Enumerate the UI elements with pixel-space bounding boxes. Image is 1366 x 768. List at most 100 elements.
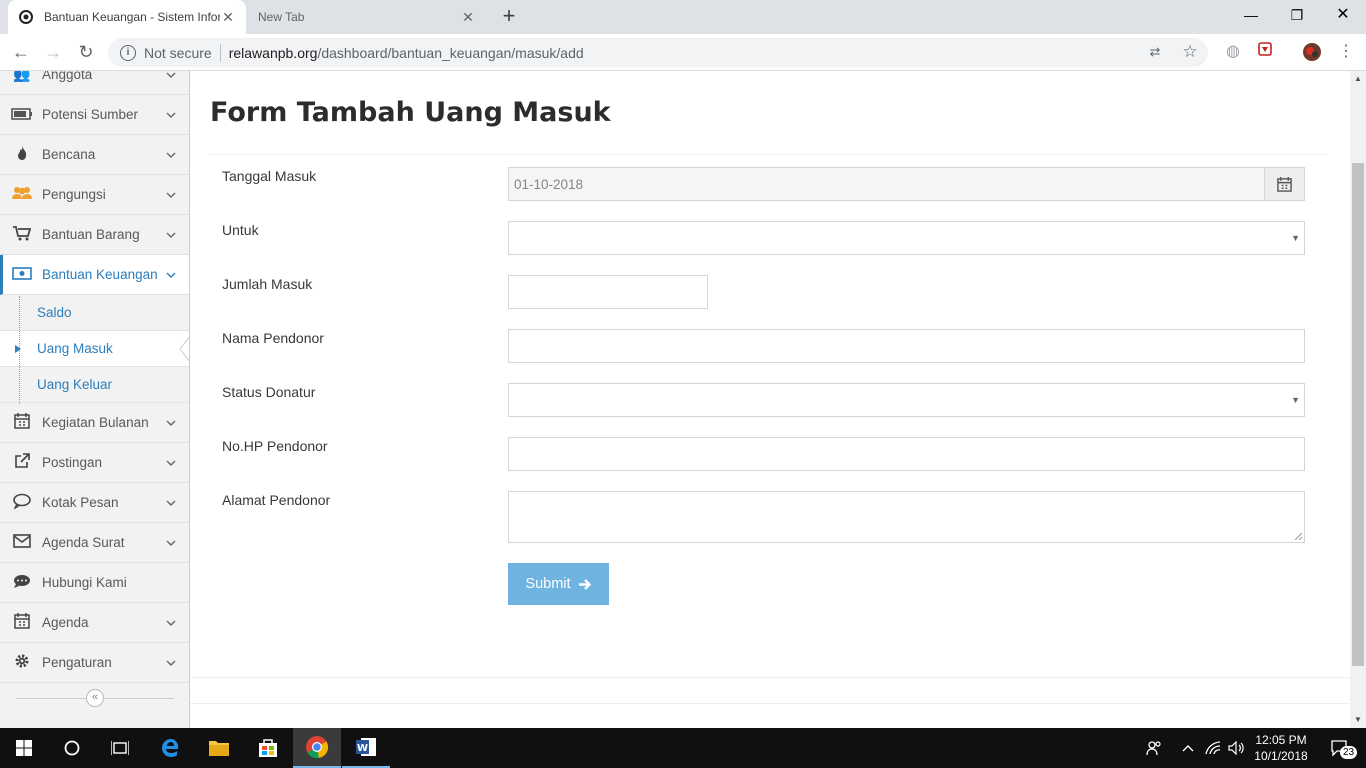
jumlah-masuk-label: Jumlah Masuk [222,276,313,292]
chevron-down-icon [166,660,176,666]
chevron-down-icon [166,420,176,426]
reload-icon[interactable]: ↻ [74,41,98,65]
chevron-down-icon [166,500,176,506]
alamat-pendonor-textarea[interactable] [508,491,1305,543]
sidebar-item-kegiatan-bulanan[interactable]: Kegiatan Bulanan [0,403,189,443]
back-icon[interactable]: ← [9,41,33,65]
submenu-item-uang-keluar[interactable]: Uang Keluar [0,367,189,403]
sidebar-item-hubungi-kami[interactable]: Hubungi Kami [0,563,189,603]
security-label: Not secure [144,44,212,61]
calendar-picker-icon[interactable] [1264,167,1305,201]
address-bar[interactable]: i Not secure relawanpb.org/dashboard/ban… [108,38,1208,67]
people-icon[interactable] [1142,728,1166,768]
shield-extension-icon[interactable] [1255,42,1275,62]
sidebar-item-agenda[interactable]: Agenda [0,603,189,643]
nohp-pendonor-input[interactable] [508,437,1305,471]
translate-icon[interactable]: ⇄ [1145,42,1165,62]
chevron-down-icon [166,272,176,278]
sidebar-item-pengaturan[interactable]: Pengaturan [0,643,189,683]
chevron-down-icon [166,460,176,466]
tab-title: Bantuan Keuangan - Sistem Infor [44,10,220,24]
word-icon[interactable]: W [342,728,390,768]
file-explorer-icon[interactable] [195,728,243,768]
omnibox-divider [219,43,221,62]
nama-pendonor-input[interactable] [508,329,1305,363]
bookmark-star-icon[interactable]: ☆ [1180,42,1200,62]
chevron-down-icon [166,112,176,118]
taskbar-clock[interactable]: 12:05 PM 10/1/2018 [1246,732,1316,764]
submenu-item-saldo[interactable]: Saldo [0,295,189,331]
browser-tab-active[interactable]: Bantuan Keuangan - Sistem Infor ✕ [8,0,246,34]
tab-close-icon[interactable]: ✕ [220,9,236,26]
footer-divider [190,677,1350,678]
resize-handle-icon[interactable] [1294,532,1302,540]
page-title: Form Tambah Uang Masuk [210,97,611,128]
volume-icon[interactable] [1226,728,1248,768]
submit-button[interactable]: Submit [508,563,609,605]
profile-avatar[interactable] [1302,42,1322,62]
jumlah-masuk-input[interactable] [508,275,708,309]
browser-tab-inactive[interactable]: New Tab ✕ [248,0,486,34]
sidebar-item-potensi-sumber[interactable]: Potensi Sumber [0,95,189,135]
edge-browser-icon[interactable] [147,728,195,768]
globe-extension-icon[interactable]: ◍ [1223,42,1243,62]
url-path: /dashboard/bantuan_keuangan/masuk/add [317,44,584,61]
new-tab-icon[interactable]: + [498,5,520,28]
window-close-icon[interactable]: ✕ [1320,0,1366,30]
calendar-icon [10,413,34,432]
sidebar-collapse-icon[interactable]: « [86,689,104,707]
submenu-item-label: Saldo [37,305,72,320]
scroll-down-icon[interactable]: ▼ [1350,712,1366,728]
chat-icon [10,493,34,512]
sidebar-item-agenda-surat[interactable]: Agenda Surat [0,523,189,563]
external-link-icon [10,453,34,472]
action-center-icon[interactable]: 23 [1320,728,1360,768]
sidebar-item-label: Kotak Pesan [42,495,119,510]
untuk-select[interactable]: ▼ [508,221,1305,255]
select-caret-icon: ▼ [1291,395,1300,405]
forward-icon[interactable]: → [41,41,65,65]
info-icon[interactable]: i [120,44,136,61]
sidebar-item-bantuan-keuangan[interactable]: Bantuan Keuangan [0,255,189,295]
task-view-icon[interactable] [96,728,144,768]
menu-kebab-icon[interactable]: ⋮ [1336,42,1356,62]
chevron-down-icon [166,232,176,238]
scrollbar-thumb[interactable] [1352,163,1364,666]
wifi-icon[interactable] [1202,728,1224,768]
chevron-up-icon[interactable] [1178,728,1198,768]
minimize-icon[interactable]: — [1228,0,1274,30]
submenu-item-uang-masuk[interactable]: Uang Masuk [0,331,189,367]
sidebar-item-label: Agenda Surat [42,535,125,550]
sidebar-item-anggota[interactable]: 👥 Anggota [0,71,189,95]
sidebar-item-label: Bantuan Barang [42,227,140,242]
status-donatur-select[interactable]: ▼ [508,383,1305,417]
tab-close-icon[interactable]: ✕ [460,9,476,26]
restore-icon[interactable]: ❐ [1274,0,1320,30]
chrome-icon[interactable] [293,728,341,768]
nama-pendonor-label: Nama Pendonor [222,330,324,346]
gear-icon [10,653,34,672]
page-scrollbar[interactable]: ▲ ▼ [1350,71,1366,728]
clock-date: 10/1/2018 [1254,749,1308,763]
browser-tabstrip: Bantuan Keuangan - Sistem Infor ✕ New Ta… [0,0,1366,34]
sidebar-item-postingan[interactable]: Postingan [0,443,189,483]
sidebar-item-label: Kegiatan Bulanan [42,415,149,430]
sidebar-item-kotak-pesan[interactable]: Kotak Pesan [0,483,189,523]
tanggal-masuk-input[interactable]: 01-10-2018 [508,167,1265,201]
sidebar-item-bantuan-barang[interactable]: Bantuan Barang [0,215,189,255]
submenu-item-label: Uang Keluar [37,377,113,392]
sidebar-item-label: Postingan [42,455,103,470]
chevron-down-icon [166,540,176,546]
search-icon[interactable] [48,728,96,768]
chevron-down-icon [166,620,176,626]
sidebar-item-bencana[interactable]: Bencana [0,135,189,175]
main-content: Form Tambah Uang Masuk Tanggal Masuk 01-… [190,71,1350,728]
calendar-icon [10,613,34,632]
scroll-up-icon[interactable]: ▲ [1350,71,1366,87]
envelope-icon [10,534,34,551]
status-donatur-label: Status Donatur [222,384,316,400]
store-icon[interactable] [244,728,292,768]
sidebar-item-pengungsi[interactable]: Pengungsi [0,175,189,215]
windows-start-icon[interactable] [0,728,48,768]
select-caret-icon: ▼ [1291,233,1300,243]
